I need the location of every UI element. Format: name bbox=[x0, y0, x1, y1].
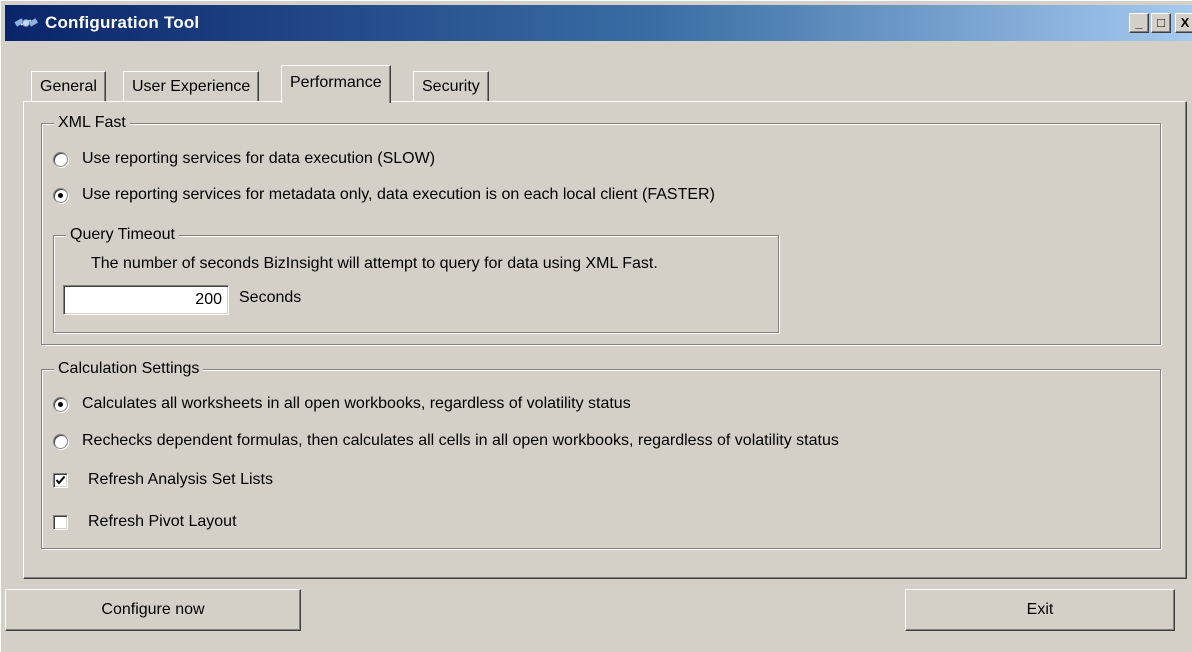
query-timeout-legend: Query Timeout bbox=[66, 225, 179, 245]
tab-general[interactable]: General bbox=[31, 71, 106, 101]
window-title: Configuration Tool bbox=[45, 13, 200, 32]
tab-security[interactable]: Security bbox=[413, 71, 489, 101]
xml-fast-legend: XML Fast bbox=[54, 113, 130, 133]
option-label: Use reporting services for data executio… bbox=[82, 150, 436, 167]
calculation-option-worksheets[interactable]: Calculates all worksheets in all open wo… bbox=[53, 394, 631, 414]
maximize-button[interactable]: □ bbox=[1151, 13, 1171, 33]
tab-user-experience[interactable]: User Experience bbox=[123, 71, 260, 101]
checkbox-label: Refresh Pivot Layout bbox=[88, 513, 237, 530]
query-timeout-description: The number of seconds BizInsight will at… bbox=[91, 255, 658, 272]
tab-performance[interactable]: Performance bbox=[281, 65, 391, 103]
checkbox[interactable] bbox=[53, 514, 68, 530]
xml-fast-option-faster[interactable]: Use reporting services for metadata only… bbox=[53, 185, 715, 205]
radio-button-selected[interactable] bbox=[53, 396, 68, 412]
xml-fast-option-slow[interactable]: Use reporting services for data executio… bbox=[53, 149, 435, 169]
query-timeout-input[interactable] bbox=[63, 285, 229, 315]
checkbox-label: Refresh Analysis Set Lists bbox=[88, 471, 273, 488]
satellite-icon bbox=[13, 13, 39, 33]
close-button[interactable]: X bbox=[1175, 13, 1192, 33]
radio-button[interactable] bbox=[53, 433, 68, 449]
refresh-pivot-layout-checkbox[interactable]: Refresh Pivot Layout bbox=[53, 512, 237, 532]
calculation-settings-legend: Calculation Settings bbox=[54, 359, 204, 379]
minimize-button[interactable]: _ bbox=[1129, 13, 1149, 33]
exit-button[interactable]: Exit bbox=[905, 589, 1175, 631]
checkmark-icon bbox=[55, 475, 66, 485]
title-bar[interactable]: Configuration Tool _ □ X bbox=[5, 5, 1192, 41]
calculation-option-recheck[interactable]: Rechecks dependent formulas, then calcul… bbox=[53, 431, 839, 451]
configuration-tool-window: Configuration Tool _ □ X General User Ex… bbox=[0, 0, 1192, 652]
radio-button[interactable] bbox=[53, 151, 68, 167]
checkbox[interactable] bbox=[53, 472, 68, 488]
radio-dot-icon bbox=[58, 192, 63, 198]
option-label: Use reporting services for metadata only… bbox=[82, 186, 715, 203]
configure-now-button[interactable]: Configure now bbox=[5, 589, 301, 631]
option-label: Rechecks dependent formulas, then calcul… bbox=[82, 432, 839, 449]
radio-button-selected[interactable] bbox=[53, 187, 68, 203]
option-label: Calculates all worksheets in all open wo… bbox=[82, 395, 631, 412]
query-timeout-group: Query Timeout bbox=[53, 225, 779, 333]
refresh-analysis-set-lists-checkbox[interactable]: Refresh Analysis Set Lists bbox=[53, 470, 273, 490]
radio-dot-icon bbox=[58, 401, 63, 407]
seconds-label: Seconds bbox=[239, 289, 302, 306]
